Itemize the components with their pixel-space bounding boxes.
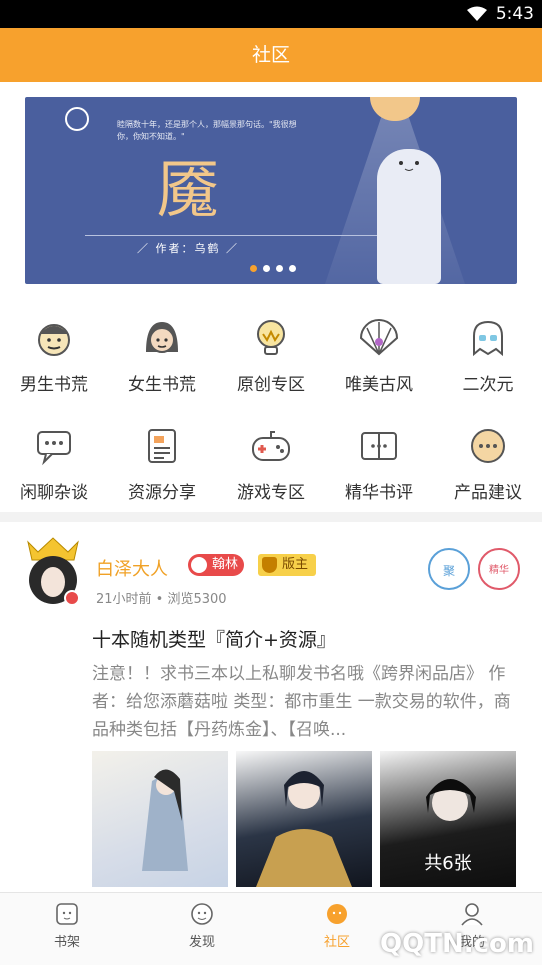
- post-image[interactable]: 共6张: [380, 751, 516, 887]
- wifi-icon: [466, 6, 488, 27]
- chat-bubble-icon: [34, 426, 74, 466]
- bottom-tab-bar: 书架 发现 社区 我的 QQTN.com: [0, 892, 542, 965]
- category-label: 原创专区: [237, 375, 305, 395]
- tab-label: 发现: [188, 935, 215, 950]
- banner-moon: [370, 97, 420, 121]
- tab-label: 书架: [53, 935, 80, 950]
- cog-icon: [191, 557, 207, 573]
- banner-book-title: 魇: [157, 153, 220, 226]
- community-icon: [324, 901, 350, 927]
- book-icon: [359, 426, 399, 466]
- status-bar: 5:43: [0, 0, 542, 28]
- category-女生书荒[interactable]: 女生书荒: [108, 318, 216, 395]
- category-男生书荒[interactable]: 男生书荒: [0, 318, 108, 395]
- carousel-dot[interactable]: [289, 265, 296, 272]
- category-闲聊杂谈[interactable]: 闲聊杂谈: [0, 426, 108, 503]
- status-time: 5:43: [495, 4, 534, 24]
- category-唯美古风[interactable]: 唯美古风: [325, 318, 433, 395]
- profile-icon: [459, 901, 485, 927]
- moderator-badge: 版主: [258, 554, 317, 576]
- featured-stamp: 精华: [478, 548, 520, 590]
- discover-icon: [189, 901, 215, 927]
- rank-badge: 翰林: [188, 554, 245, 576]
- fan-icon: [359, 318, 399, 358]
- lightbulb-icon: [251, 318, 291, 358]
- category-游戏专区[interactable]: 游戏专区: [217, 426, 325, 503]
- avatar[interactable]: [22, 536, 84, 606]
- document-icon: [142, 426, 182, 466]
- girl-face-icon: [142, 318, 182, 358]
- page-title: 社区: [0, 28, 542, 82]
- category-label: 男生书荒: [20, 375, 88, 395]
- post-image[interactable]: [236, 751, 372, 887]
- rank-badge-label: 翰林: [212, 557, 239, 572]
- tab-bookshelf[interactable]: 书架: [32, 901, 102, 950]
- section-divider: [0, 512, 542, 522]
- category-label: 精华书评: [345, 483, 413, 503]
- carousel-dot[interactable]: [276, 265, 283, 272]
- ghost-icon: [468, 318, 508, 358]
- carousel-dots: [250, 265, 296, 272]
- watermark: QQTN.com: [380, 929, 534, 959]
- banner-ring-icon: [65, 107, 89, 131]
- category-label: 二次元: [462, 375, 514, 395]
- category-label: 产品建议: [454, 483, 522, 503]
- post-image[interactable]: [92, 751, 228, 887]
- banner-carousel[interactable]: 睦隔数十年，还是那个人，那幅景那句话。"我很想你，你知不知道。" 魇 ／ 作者：…: [25, 97, 517, 284]
- gamepad-icon: [251, 426, 291, 466]
- banner-author: ／ 作者：乌鹤 ／: [137, 242, 239, 255]
- boy-face-icon: [34, 318, 74, 358]
- post-title[interactable]: 十本随机类型『简介+资源』: [92, 625, 336, 652]
- bookshelf-icon: [54, 901, 80, 927]
- post-images: 共6张: [92, 751, 516, 887]
- post-excerpt[interactable]: 注意！！求书三本以上私聊发书名哦《跨界闲品店》 作者：给您添蘑菇啦 类型：都市重…: [92, 660, 512, 744]
- category-原创专区[interactable]: 原创专区: [217, 318, 325, 395]
- image-count-label: 共6张: [424, 853, 472, 874]
- category-产品建议[interactable]: 产品建议: [434, 426, 542, 503]
- gather-stamp: 聚: [428, 548, 470, 590]
- post-meta: 21小时前 • 浏览5300: [96, 592, 227, 607]
- category-资源分享[interactable]: 资源分享: [108, 426, 216, 503]
- banner-ghost-illustration: [377, 149, 441, 284]
- category-label: 资源分享: [128, 483, 196, 503]
- shield-icon: [262, 557, 277, 573]
- moderator-badge-label: 版主: [282, 557, 309, 572]
- tab-community[interactable]: 社区: [302, 901, 372, 950]
- post-username[interactable]: 白泽大人: [96, 555, 168, 581]
- category-二次元[interactable]: 二次元: [434, 318, 542, 395]
- carousel-dot[interactable]: [250, 265, 257, 272]
- category-label: 女生书荒: [128, 375, 196, 395]
- message-icon: [468, 426, 508, 466]
- tab-label: 社区: [323, 935, 350, 950]
- category-精华书评[interactable]: 精华书评: [325, 426, 433, 503]
- carousel-dot[interactable]: [263, 265, 270, 272]
- category-label: 唯美古风: [345, 375, 413, 395]
- category-label: 闲聊杂谈: [20, 483, 88, 503]
- tab-discover[interactable]: 发现: [167, 901, 237, 950]
- banner-divider: [85, 235, 395, 236]
- category-label: 游戏专区: [237, 483, 305, 503]
